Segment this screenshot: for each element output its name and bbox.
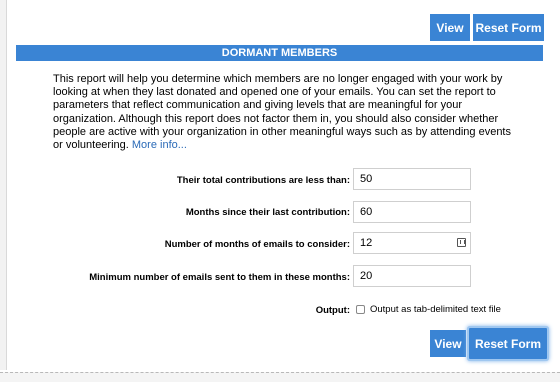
months-since-field[interactable] [353,201,471,223]
months-emails-label: Number of months of emails to consider: [164,239,350,250]
spinner-icon[interactable] [457,238,466,247]
output-checkbox[interactable] [356,305,365,314]
min-emails-field[interactable] [353,265,471,287]
reset-form-button-top[interactable]: Reset Form [473,14,544,41]
output-label: Output: [315,305,350,316]
report-description: This report will help you determine whic… [53,73,523,152]
months-emails-stepper[interactable] [353,232,471,254]
output-checkbox-label[interactable]: Output as tab-delimited text file [370,304,501,315]
months-since-label: Months since their last contribution: [185,207,350,218]
section-header: DORMANT MEMBERS [16,45,543,61]
page-left-border [0,0,7,370]
contributions-field[interactable] [353,168,471,190]
more-info-link[interactable]: More info... [132,139,187,151]
section-title: DORMANT MEMBERS [221,47,338,59]
view-button-bottom[interactable]: View [430,330,466,357]
min-emails-label: Minimum number of emails sent to them in… [89,272,350,283]
reset-form-button-bottom[interactable]: Reset Form [469,328,547,359]
description-text: This report will help you determine whic… [53,73,511,152]
view-button-top[interactable]: View [430,14,470,41]
contributions-label: Their total contributions are less than: [176,175,350,186]
